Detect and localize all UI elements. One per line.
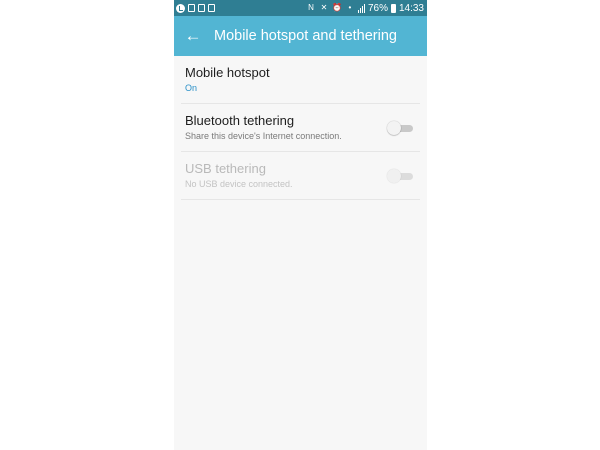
screenshot-icon [198,4,205,12]
app-bar: ← Mobile hotspot and tethering [174,16,427,56]
setting-bluetooth-tethering[interactable]: Bluetooth tethering Share this device's … [181,104,420,152]
battery-icon [390,3,396,13]
clipboard-icon [208,4,215,12]
setting-title: Mobile hotspot [185,64,270,80]
back-arrow-icon[interactable]: ← [182,25,204,47]
setting-title: Bluetooth tethering [185,112,295,128]
messenger-icon [176,3,185,13]
alarm-icon: ⏰ [331,3,342,12]
setting-mobile-hotspot[interactable]: Mobile hotspot On [181,56,420,104]
setting-usb-tethering[interactable]: USB tethering No USB device connected. [181,152,420,200]
status-time: 14:33 [398,2,424,14]
signal-icon [357,3,365,13]
gallery-icon [188,4,195,12]
status-left-icons [176,3,215,13]
status-right-icons: N ✕ ⏰ • 76% 14:33 [306,3,424,14]
setting-description: Share this device's Internet connection. [185,130,342,141]
usb-tethering-switch[interactable] [387,168,413,183]
setting-title: USB tethering [185,160,266,176]
page-title: Mobile hotspot and tethering [214,28,397,44]
setting-description: No USB device connected. [185,178,293,189]
switch-thumb [387,168,401,183]
hotspot-icon: • [348,3,352,12]
switch-thumb [387,120,401,135]
battery-percent: 76% [367,2,388,14]
phone-screen: N ✕ ⏰ • 76% 14:33 ← Mobile hotspot and t… [174,0,427,450]
status-bar: N ✕ ⏰ • 76% 14:33 [174,0,427,16]
bluetooth-tethering-switch[interactable] [387,120,413,135]
setting-text: Bluetooth tethering Share this device's … [185,113,342,143]
settings-list: Mobile hotspot On Bluetooth tethering Sh… [174,56,427,200]
nfc-icon: N [308,3,314,12]
setting-text: USB tethering No USB device connected. [185,161,293,191]
setting-status: On [185,82,198,93]
setting-text: Mobile hotspot On [185,65,270,95]
mute-icon: ✕ [320,3,328,12]
